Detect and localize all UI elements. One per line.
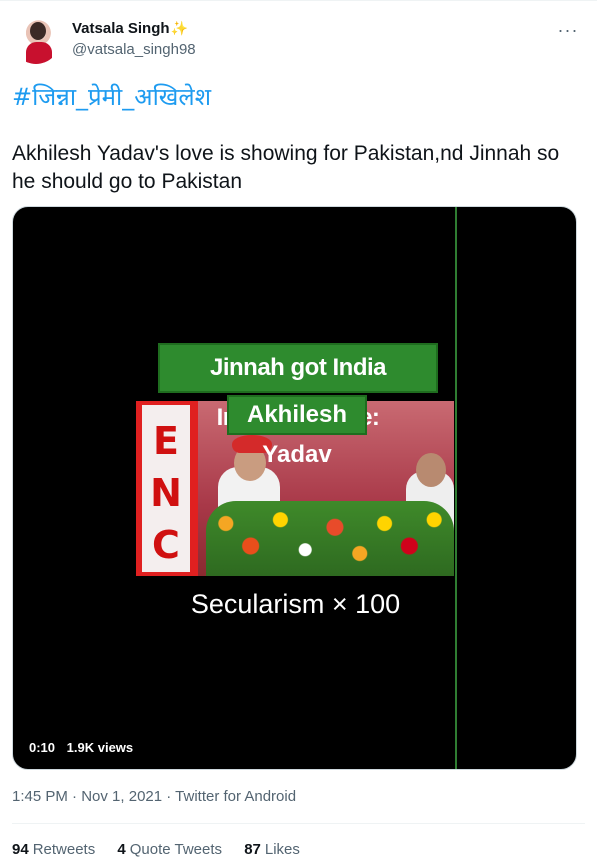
timestamp-separator: · (67, 788, 82, 805)
video-meta: 0:10 1.9K views (29, 740, 141, 755)
video-caption-line1: Jinnah got India Independence: (158, 343, 438, 431)
tweet-time[interactable]: 1:45 PM (12, 788, 68, 805)
author-name-text: Vatsala Singh (72, 20, 170, 37)
tweet-stats: 94 Retweets 4 Quote Tweets 87 Likes (12, 841, 318, 858)
frame-bystander-head (416, 453, 446, 487)
avatar-hair (30, 22, 46, 40)
retweets-stat[interactable]: 94 Retweets (12, 841, 95, 858)
tweet-source[interactable]: Twitter for Android (175, 788, 296, 805)
video-player[interactable]: ENC Jinnah got India Independence: Akhil… (12, 206, 577, 770)
quote-tweets-label: Quote Tweets (129, 841, 223, 858)
top-divider (0, 0, 597, 1)
author-name[interactable]: Vatsala Singh✨ (72, 20, 188, 37)
tweet-text: Akhilesh Yadav's love is showing for Pak… (12, 142, 560, 193)
frame-sign-letters: ENC (150, 419, 182, 567)
quote-tweets-count: 4 (117, 841, 126, 858)
frame-flower-garland (206, 501, 454, 576)
likes-label: Likes (264, 841, 300, 858)
likes-stat[interactable]: 87 Likes (244, 841, 300, 858)
video-edge-line (455, 207, 457, 769)
avatar[interactable] (12, 16, 60, 64)
more-horizontal-icon: ··· (557, 20, 579, 40)
quote-tweets-stat[interactable]: 4 Quote Tweets (117, 841, 222, 858)
more-options-button[interactable]: ··· (556, 20, 580, 40)
retweets-label: Retweets (32, 841, 96, 858)
video-duration: 0:10 (29, 740, 56, 755)
avatar-body (26, 42, 52, 64)
video-caption-line2: Akhilesh Yadav (227, 395, 367, 468)
video-subtitle: Secularism × 100 (190, 589, 401, 619)
hashtag-link[interactable]: #जिन्ना_प्रेमी_अखिलेश (12, 80, 211, 113)
tweet-timestamp: 1:45 PM · Nov 1, 2021 · Twitter for Andr… (12, 788, 296, 805)
video-views: 1.9K views (66, 740, 134, 755)
stats-divider (12, 823, 585, 824)
tweet-date[interactable]: Nov 1, 2021 (81, 788, 162, 805)
author-handle[interactable]: @vatsala_singh98 (72, 41, 196, 58)
likes-count: 87 (244, 841, 261, 858)
retweets-count: 94 (12, 841, 29, 858)
sparkle-icon: ✨ (170, 20, 188, 36)
timestamp-separator-2: · (162, 788, 176, 805)
